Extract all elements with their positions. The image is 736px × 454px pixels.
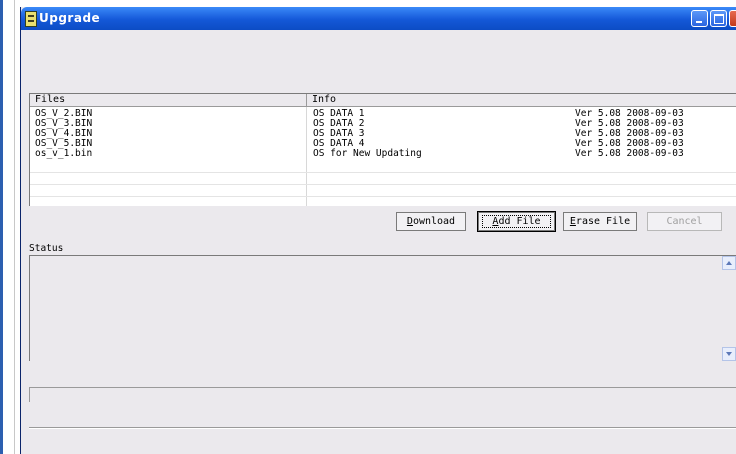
window-title: Upgrade: [39, 11, 101, 25]
status-log[interactable]: [29, 255, 736, 361]
erase-file-label: rase File: [575, 216, 631, 227]
download-button[interactable]: Download: [396, 212, 466, 231]
file-name: os_v_1.bin: [35, 148, 93, 159]
erase-file-button[interactable]: Erase File: [563, 212, 637, 231]
scroll-up-icon[interactable]: [722, 256, 736, 270]
upgrade-window: Upgrade Files Info OS_V_2.BIN OS DATA 1 …: [20, 7, 736, 454]
close-button[interactable]: [729, 10, 736, 27]
app-icon: [25, 11, 37, 27]
cancel-button[interactable]: Cancel: [647, 212, 722, 231]
progress-panel: [29, 387, 736, 402]
grid-line: [30, 184, 736, 185]
column-header-files[interactable]: Files: [30, 94, 307, 107]
list-item[interactable]: os_v_1.bin OS for New Updating Ver 5.08 …: [30, 149, 736, 159]
file-info: OS for New Updating: [313, 148, 422, 159]
title-bar[interactable]: Upgrade: [21, 7, 736, 30]
download-label: ownload: [412, 216, 456, 227]
add-file-button[interactable]: Add File: [477, 211, 556, 232]
file-list[interactable]: Files Info OS_V_2.BIN OS DATA 1 Ver 5.08…: [29, 93, 736, 206]
divider-highlight: [29, 428, 736, 429]
desktop-edge: [0, 0, 15, 454]
grid-line: [30, 172, 736, 173]
maximize-button[interactable]: [710, 10, 727, 27]
column-header-info[interactable]: Info: [307, 94, 736, 107]
focus-rect: [482, 215, 551, 228]
desktop-edge-bar: [0, 0, 3, 454]
grid-line: [30, 196, 736, 197]
status-label: Status: [29, 243, 64, 254]
minimize-button[interactable]: [691, 10, 708, 27]
scroll-down-icon[interactable]: [722, 347, 736, 361]
file-version: Ver 5.08 2008-09-03: [575, 148, 684, 159]
